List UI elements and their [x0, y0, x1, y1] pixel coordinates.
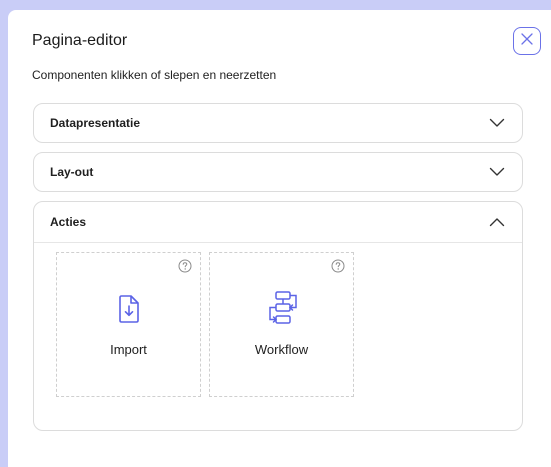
component-import[interactable]: Import: [56, 252, 201, 397]
close-icon: [520, 32, 534, 51]
component-label: Workflow: [254, 342, 309, 357]
chevron-down-icon: [489, 118, 505, 128]
section-header-acties[interactable]: Acties: [34, 202, 522, 243]
component-label: Import: [110, 342, 147, 357]
page-editor-panel: Pagina-editor Componenten klikken of sle…: [8, 10, 551, 467]
section-lay-out: Lay-out: [33, 152, 523, 192]
help-icon[interactable]: [178, 259, 192, 278]
section-label: Lay-out: [50, 165, 94, 179]
component-workflow[interactable]: Workflow: [209, 252, 354, 397]
section-label: Acties: [50, 215, 87, 229]
dialog-subtitle: Componenten klikken of slepen en neerzet…: [32, 68, 277, 82]
section-datapresentatie: Datapresentatie: [33, 103, 523, 143]
workflow-icon: [265, 291, 299, 330]
dialog-title: Pagina-editor: [32, 32, 128, 49]
section-label: Datapresentatie: [50, 116, 141, 130]
close-button[interactable]: [513, 27, 541, 55]
section-header-datapresentatie[interactable]: Datapresentatie: [34, 104, 522, 142]
chevron-up-icon: [489, 217, 505, 227]
help-icon[interactable]: [331, 259, 345, 278]
section-acties: Acties Import Workflow: [33, 201, 523, 431]
chevron-down-icon: [489, 167, 505, 177]
import-file-icon: [118, 295, 140, 328]
section-header-lay-out[interactable]: Lay-out: [34, 153, 522, 191]
